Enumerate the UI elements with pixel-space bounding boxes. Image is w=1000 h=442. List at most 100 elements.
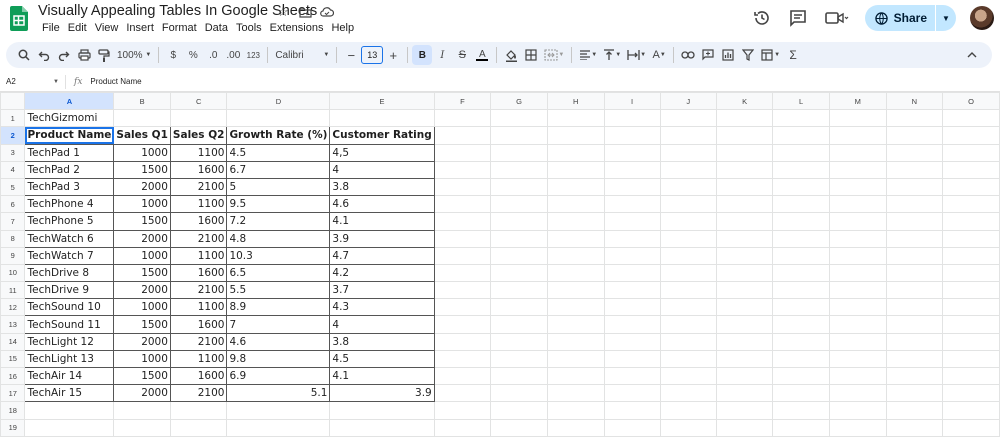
cell[interactable] bbox=[490, 143, 548, 162]
cell[interactable] bbox=[433, 298, 492, 317]
row-header[interactable]: 9 bbox=[0, 246, 26, 265]
cell[interactable] bbox=[772, 315, 830, 334]
cell[interactable] bbox=[942, 143, 1000, 162]
cell[interactable] bbox=[772, 281, 830, 300]
cell[interactable] bbox=[885, 177, 944, 197]
cell[interactable] bbox=[603, 195, 661, 214]
data-cell[interactable]: 2100 bbox=[169, 332, 228, 351]
cell[interactable] bbox=[942, 177, 1000, 197]
data-cell[interactable]: 5.1 bbox=[226, 384, 331, 403]
menu-tools[interactable]: Tools bbox=[232, 22, 266, 34]
cell[interactable] bbox=[715, 349, 774, 369]
horizontal-align-icon[interactable]: ▼ bbox=[576, 45, 600, 65]
cell[interactable] bbox=[490, 332, 548, 351]
cell[interactable] bbox=[715, 263, 774, 283]
cell[interactable] bbox=[433, 401, 492, 420]
data-cell[interactable]: 1000 bbox=[113, 195, 171, 214]
cell[interactable] bbox=[828, 332, 887, 351]
print-icon[interactable] bbox=[74, 45, 94, 65]
data-cell[interactable]: 1600 bbox=[169, 366, 228, 386]
cell[interactable] bbox=[828, 229, 887, 248]
cell[interactable] bbox=[433, 212, 492, 231]
cell[interactable] bbox=[433, 229, 492, 248]
cell[interactable] bbox=[490, 229, 548, 248]
cell[interactable] bbox=[546, 212, 605, 231]
cell[interactable] bbox=[490, 281, 548, 300]
cell[interactable] bbox=[490, 263, 548, 283]
data-cell[interactable]: 1600 bbox=[169, 263, 228, 283]
column-header[interactable]: G bbox=[490, 91, 548, 111]
data-cell[interactable]: TechPad 2 bbox=[24, 160, 115, 179]
data-cell[interactable]: 3.8 bbox=[329, 177, 435, 197]
cell[interactable] bbox=[942, 315, 1000, 334]
decrease-font-size-button[interactable]: − bbox=[341, 45, 361, 65]
cloud-saved-icon[interactable] bbox=[319, 4, 335, 20]
cell[interactable] bbox=[603, 281, 661, 300]
cell[interactable] bbox=[659, 298, 717, 317]
cell[interactable] bbox=[772, 229, 830, 248]
cell[interactable] bbox=[659, 332, 717, 351]
cell[interactable] bbox=[433, 281, 492, 300]
cell[interactable] bbox=[113, 401, 171, 420]
cell[interactable] bbox=[885, 143, 944, 162]
data-cell[interactable]: 1500 bbox=[113, 212, 171, 231]
cell[interactable] bbox=[885, 315, 944, 334]
cell[interactable] bbox=[942, 384, 1000, 403]
cell[interactable] bbox=[659, 160, 717, 179]
data-cell[interactable]: TechLight 13 bbox=[24, 349, 115, 369]
title-cell[interactable]: TechGizmomi bbox=[24, 109, 115, 128]
data-cell[interactable]: 9.5 bbox=[226, 195, 331, 214]
data-cell[interactable]: 1100 bbox=[169, 298, 228, 317]
cell[interactable] bbox=[546, 195, 605, 214]
decrease-decimal-button[interactable]: .0 bbox=[203, 45, 223, 65]
cell[interactable] bbox=[490, 212, 548, 231]
cell[interactable] bbox=[603, 366, 661, 386]
data-cell[interactable]: 1600 bbox=[169, 212, 228, 231]
font-size-input[interactable]: 13 bbox=[361, 46, 384, 64]
data-cell[interactable]: 2100 bbox=[169, 281, 228, 300]
cell[interactable] bbox=[659, 195, 717, 214]
column-header[interactable]: N bbox=[885, 91, 944, 111]
row-header[interactable]: 6 bbox=[0, 195, 26, 214]
data-cell[interactable]: TechDrive 8 bbox=[24, 263, 115, 283]
cell[interactable] bbox=[942, 366, 1000, 386]
cell[interactable] bbox=[828, 263, 887, 283]
data-cell[interactable]: 4 bbox=[329, 160, 435, 179]
menu-view[interactable]: View bbox=[91, 22, 123, 34]
data-cell[interactable]: 4.6 bbox=[226, 332, 331, 351]
cell[interactable] bbox=[490, 315, 548, 334]
cell[interactable] bbox=[546, 246, 605, 265]
cell[interactable] bbox=[603, 177, 661, 197]
cell[interactable] bbox=[772, 195, 830, 214]
cell[interactable] bbox=[772, 109, 830, 128]
cell[interactable] bbox=[772, 401, 830, 420]
menu-data[interactable]: Data bbox=[201, 22, 232, 34]
cell[interactable] bbox=[942, 298, 1000, 317]
header-cell[interactable]: Sales Q2 bbox=[169, 126, 228, 145]
cell[interactable] bbox=[329, 401, 435, 420]
share-dropdown-icon[interactable]: ▼ bbox=[936, 14, 956, 23]
cell[interactable] bbox=[772, 366, 830, 386]
meet-icon[interactable] bbox=[823, 7, 851, 29]
cell[interactable] bbox=[772, 418, 830, 437]
cell[interactable] bbox=[603, 212, 661, 231]
cell[interactable] bbox=[942, 349, 1000, 369]
cell[interactable] bbox=[772, 143, 830, 162]
paint-format-icon[interactable] bbox=[94, 45, 114, 65]
cell[interactable] bbox=[942, 281, 1000, 300]
cell[interactable] bbox=[885, 332, 944, 351]
column-header[interactable]: O bbox=[942, 91, 1000, 111]
cell[interactable] bbox=[715, 229, 774, 248]
cell[interactable] bbox=[546, 143, 605, 162]
cell[interactable] bbox=[603, 229, 661, 248]
cell[interactable] bbox=[715, 298, 774, 317]
column-header[interactable]: C bbox=[169, 91, 228, 111]
data-cell[interactable]: 5 bbox=[226, 177, 331, 197]
cell[interactable] bbox=[715, 401, 774, 420]
column-header[interactable]: L bbox=[772, 91, 830, 111]
row-header[interactable]: 15 bbox=[0, 349, 26, 369]
cell[interactable] bbox=[546, 177, 605, 197]
cell[interactable] bbox=[24, 401, 115, 420]
cell[interactable] bbox=[546, 315, 605, 334]
cell[interactable] bbox=[885, 160, 944, 179]
